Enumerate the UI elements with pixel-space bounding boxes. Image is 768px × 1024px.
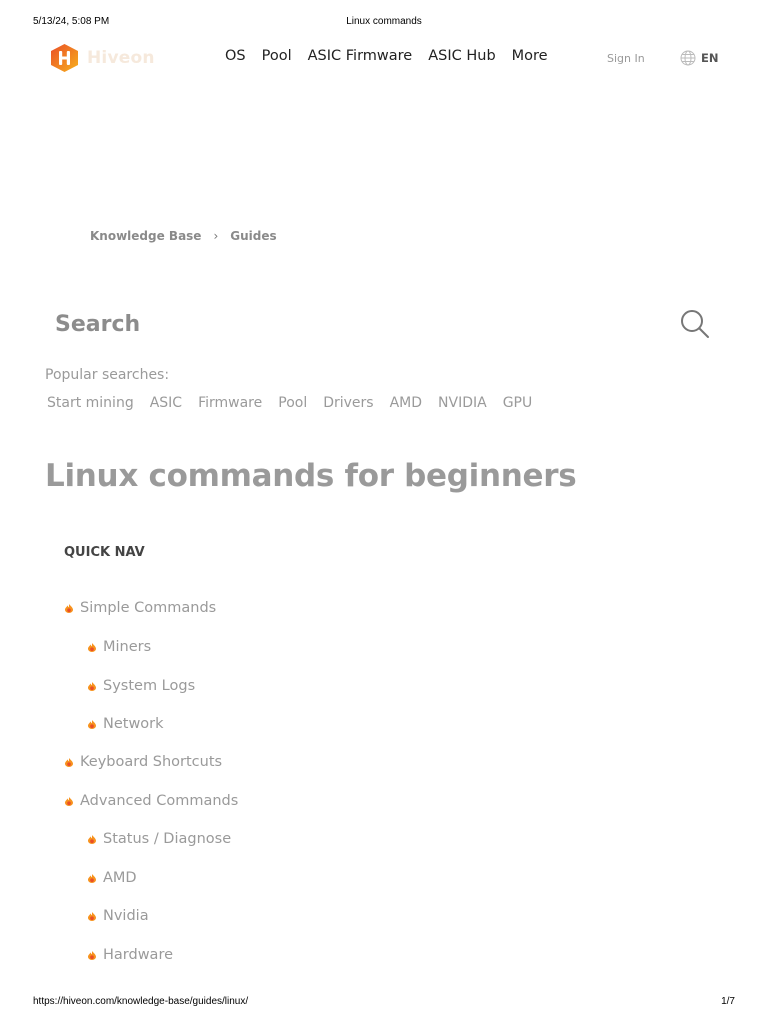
flame-bullet-icon [65, 603, 73, 613]
quick-nav-item-amd[interactable]: AMD [88, 870, 137, 886]
quick-nav-label: System Logs [103, 678, 196, 694]
quick-nav-label: AMD [103, 870, 137, 886]
flame-bullet-icon [88, 834, 96, 844]
popular-tag-gpu[interactable]: GPU [503, 395, 533, 411]
flame-bullet-icon [88, 950, 96, 960]
popular-tag-firmware[interactable]: Firmware [198, 395, 262, 411]
hiveon-logo[interactable]: Hiveon [51, 44, 155, 72]
quick-nav-item-nvidia[interactable]: Nvidia [88, 908, 149, 924]
hiveon-logo-icon [51, 44, 78, 72]
quick-nav-label: Miners [103, 639, 152, 655]
globe-icon [680, 50, 696, 66]
popular-tag-pool[interactable]: Pool [278, 395, 307, 411]
flame-bullet-icon [88, 719, 96, 729]
quick-nav-item-keyboard-shortcuts[interactable]: Keyboard Shortcuts [65, 754, 222, 770]
page-title: Linux commands for beginners [45, 458, 577, 494]
quick-nav-label: Nvidia [103, 908, 149, 924]
nav-pool[interactable]: Pool [262, 48, 292, 64]
quick-nav-label: Advanced Commands [80, 793, 239, 809]
quick-nav-label: Hardware [103, 947, 174, 963]
flame-bullet-icon [65, 757, 73, 767]
popular-tag-asic[interactable]: ASIC [150, 395, 182, 411]
flame-bullet-icon [88, 873, 96, 883]
search-bar [45, 300, 721, 348]
flame-bullet-icon [88, 642, 96, 652]
quick-nav-item-system-logs[interactable]: System Logs [88, 678, 195, 694]
quick-nav-item-simple-commands[interactable]: Simple Commands [65, 600, 216, 616]
print-page-number: 1/7 [721, 996, 735, 1007]
nav-os[interactable]: OS [225, 48, 246, 64]
popular-tag-amd[interactable]: AMD [390, 395, 422, 411]
quick-nav-item-network[interactable]: Network [88, 716, 164, 732]
quick-nav-label: Status / Diagnose [103, 831, 232, 847]
language-code: EN [701, 51, 719, 65]
nav-asic-hub[interactable]: ASIC Hub [428, 48, 495, 64]
breadcrumb-guides[interactable]: Guides [230, 229, 276, 243]
sign-in-link[interactable]: Sign In [607, 52, 645, 65]
popular-tag-drivers[interactable]: Drivers [323, 395, 373, 411]
breadcrumb-separator: › [213, 229, 219, 243]
breadcrumb: Knowledge Base › Guides [90, 229, 277, 243]
search-input[interactable] [45, 300, 645, 348]
quick-nav-title: QUICK NAV [64, 545, 145, 560]
search-icon[interactable] [679, 308, 711, 340]
popular-tag-nvidia[interactable]: NVIDIA [438, 395, 487, 411]
quick-nav-label: Simple Commands [80, 600, 217, 616]
popular-searches-list: Start mining ASIC Firmware Pool Drivers … [39, 395, 540, 411]
quick-nav-item-hardware[interactable]: Hardware [88, 947, 173, 963]
breadcrumb-knowledge-base[interactable]: Knowledge Base [90, 229, 201, 243]
quick-nav-item-miners[interactable]: Miners [88, 639, 151, 655]
flame-bullet-icon [65, 796, 73, 806]
top-navigation: OS Pool ASIC Firmware ASIC Hub More [217, 48, 556, 64]
flame-bullet-icon [88, 911, 96, 921]
popular-tag-start-mining[interactable]: Start mining [47, 395, 134, 411]
print-page-title: Linux commands [346, 16, 422, 27]
flame-bullet-icon [88, 681, 96, 691]
quick-nav-item-advanced-commands[interactable]: Advanced Commands [65, 793, 238, 809]
quick-nav-label: Keyboard Shortcuts [80, 754, 223, 770]
language-selector[interactable]: EN [680, 50, 718, 66]
nav-asic-firmware[interactable]: ASIC Firmware [308, 48, 413, 64]
popular-searches-label: Popular searches: [45, 367, 170, 383]
quick-nav-item-status-diagnose[interactable]: Status / Diagnose [88, 831, 231, 847]
logo-text: Hiveon [87, 48, 155, 68]
print-url: https://hiveon.com/knowledge-base/guides… [33, 996, 249, 1007]
quick-nav-label: Network [103, 716, 164, 732]
nav-more[interactable]: More [512, 48, 548, 64]
